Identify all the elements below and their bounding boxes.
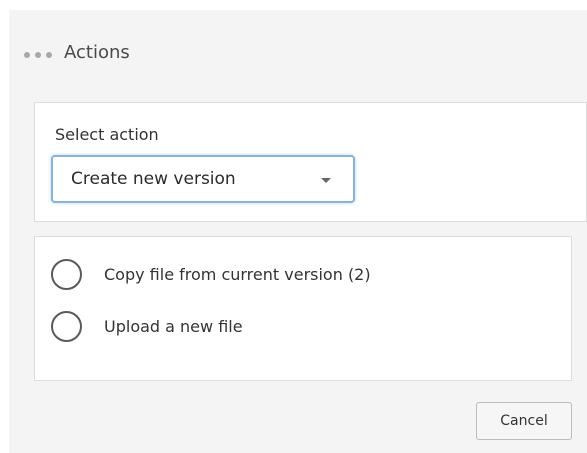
action-dropdown[interactable]: Create new version [51,155,355,203]
cancel-button[interactable]: Cancel [476,402,572,440]
radio-button[interactable] [51,259,82,290]
chevron-down-icon [321,178,331,183]
option-copy-file-label: Copy file from current version (2) [104,265,371,284]
option-upload-file[interactable]: Upload a new file [51,311,243,342]
more-dots-icon [24,52,52,58]
option-upload-file-label: Upload a new file [104,317,243,336]
option-copy-file[interactable]: Copy file from current version (2) [51,259,371,290]
actions-title: Actions [64,41,130,63]
radio-button[interactable] [51,311,82,342]
version-options-section: Copy file from current version (2) Uploa… [34,236,572,381]
actions-panel [9,10,587,453]
select-action-label: Select action [55,125,159,144]
select-action-section: Select action Create new version [34,102,587,222]
action-dropdown-value: Create new version [71,169,236,189]
actions-header: Actions [24,34,130,70]
